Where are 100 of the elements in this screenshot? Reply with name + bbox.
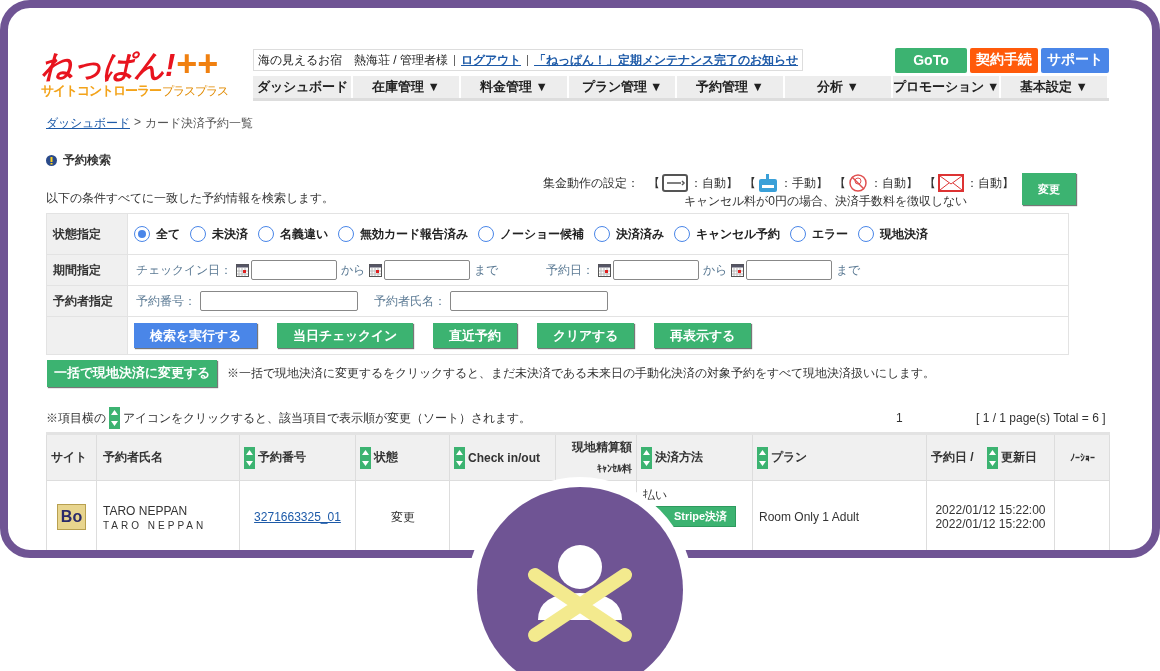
nav-menu-item[interactable]: 分析 ▼ <box>785 76 893 98</box>
radio-label: 無効カード報告済み <box>360 225 468 243</box>
field-label: 予約番号： <box>136 292 196 310</box>
guest-name: TARO NEPPAN <box>103 503 189 518</box>
date-text: 2022/01/12 15:22:00 <box>934 517 1047 531</box>
nav-menu-item[interactable]: プロモーション ▼ <box>893 76 1001 98</box>
nav-menu-item[interactable]: 予約管理 ▼ <box>677 76 785 98</box>
date-text: 2022/01/12 15:22:00 <box>934 503 1047 517</box>
no-entry-icon <box>848 173 868 193</box>
sort-icon[interactable] <box>109 407 120 429</box>
sort-icon[interactable] <box>454 446 465 469</box>
radio-button[interactable] <box>258 226 274 242</box>
setting-value: ：自動】 <box>870 174 918 192</box>
sort-icon[interactable] <box>986 446 998 469</box>
date-field[interactable] <box>384 260 470 280</box>
row-label: 予約者指定 <box>47 286 128 316</box>
radio-button[interactable] <box>594 226 610 242</box>
field-label: 予約日： <box>546 261 594 279</box>
sort-icon[interactable] <box>641 446 652 469</box>
sort-icon[interactable] <box>360 446 371 469</box>
calendar-icon[interactable] <box>731 263 744 277</box>
header-link[interactable]: 「ねっぱん！」定期メンテナンス完了のお知らせ <box>534 51 798 69</box>
page-number[interactable]: 1 <box>896 411 976 425</box>
column-header: Check in/out <box>468 450 540 465</box>
date-field[interactable] <box>251 260 337 280</box>
sort-icon[interactable] <box>757 446 768 469</box>
radio-label: 全て <box>156 225 180 243</box>
info-icon <box>46 155 57 166</box>
radio-label: 決済済み <box>616 225 664 243</box>
logo-caption: プラスプラス <box>162 83 228 100</box>
column-header: ﾉｰｼｮｰ <box>1069 452 1095 463</box>
breadcrumb-current: カード決済予約一覧 <box>145 115 253 132</box>
column-header: 更新日 <box>1000 449 1037 466</box>
nav-menu-item[interactable]: 在庫管理 ▼ <box>353 76 461 98</box>
field-label: から <box>341 261 365 279</box>
logo-text: ねっぱん! <box>41 50 175 82</box>
field-label: チェックイン日： <box>136 261 232 279</box>
column-header: 決済方法 <box>655 449 703 466</box>
setting-value: ：自動】 <box>690 174 738 192</box>
header-button[interactable]: サポート <box>1041 47 1109 73</box>
column-header: 状態 <box>374 449 398 466</box>
breadcrumb-separator: > <box>134 115 141 131</box>
radio-button[interactable] <box>790 226 806 242</box>
nav-menu-item[interactable]: プラン管理 ▼ <box>569 76 677 98</box>
column-header: サイト <box>51 449 87 466</box>
setting-label: 集金動作の設定： <box>543 174 639 192</box>
search-button[interactable]: 検索を実行する <box>134 323 257 348</box>
column-header: ｷｬﾝｾﾙ料 <box>597 462 632 476</box>
radio-label: エラー <box>812 225 848 243</box>
radio-button[interactable] <box>674 226 690 242</box>
nav-menu-item[interactable]: ダッシュボード <box>253 76 353 98</box>
radio-button[interactable] <box>190 226 206 242</box>
column-header: 現地精算額 <box>572 439 632 456</box>
field-label: 予約者氏名： <box>374 292 446 310</box>
field-label: まで <box>836 261 860 279</box>
date-field[interactable] <box>746 260 832 280</box>
setting-value: ：手動】 <box>780 174 828 192</box>
notice-text: ※一括で現地決済に変更するをクリックすると、まだ未決済である未来日の手動化決済の対象予約をすべて現地決済扱いにします。 <box>227 365 935 382</box>
radio-label: 未決済 <box>212 225 248 243</box>
nav-menu-item[interactable]: 基本設定 ▼ <box>1001 76 1109 98</box>
radio-label: ノーショー候補 <box>500 225 584 243</box>
nav-menu-item[interactable]: 料金管理 ▼ <box>461 76 569 98</box>
hotel-name: 海の見えるお宿 熱海荘 / 管理者様 <box>258 51 448 69</box>
column-header: 予約日 / <box>931 449 974 466</box>
guest-name-kana: TARO NEPPAN <box>103 519 208 531</box>
card-icon <box>662 174 688 192</box>
input-field[interactable] <box>200 291 358 311</box>
terminal-icon <box>758 173 778 193</box>
radio-button[interactable] <box>478 226 494 242</box>
date-field[interactable] <box>613 260 699 280</box>
reservation-link[interactable]: 3271663325_01 <box>254 510 341 524</box>
breadcrumb-link[interactable]: ダッシュボード <box>46 115 130 132</box>
site-logo: Bo <box>56 504 87 530</box>
calendar-icon[interactable] <box>598 263 611 277</box>
hint-text: アイコンをクリックすると、該当項目で表示順が変更（ソート）されます。 <box>123 409 531 427</box>
hint-text: ※項目横の <box>46 409 106 427</box>
row-label: 期間指定 <box>47 255 128 285</box>
section-title: 予約検索 <box>63 152 111 169</box>
column-header: 予約番号 <box>258 449 306 466</box>
input-field[interactable] <box>450 291 608 311</box>
radio-button[interactable] <box>858 226 874 242</box>
sort-icon[interactable] <box>244 446 255 469</box>
column-header: 予約者氏名 <box>103 449 163 466</box>
header-link[interactable]: ログアウト <box>461 51 521 69</box>
logo-subtitle: サイトコントローラー <box>41 82 161 99</box>
calendar-icon[interactable] <box>369 263 382 277</box>
radio-label: キャンセル予約 <box>696 225 780 243</box>
setting-note: キャンセル料が0円の場合、決済手数料を徴収しない <box>684 193 967 210</box>
radio-button[interactable] <box>134 226 150 242</box>
bracket: 【 <box>648 174 660 192</box>
bracket: 【 <box>924 174 936 192</box>
calendar-icon[interactable] <box>236 263 249 277</box>
envelope-icon <box>938 174 964 192</box>
radio-label: 名義違い <box>280 225 328 243</box>
column-header: プラン <box>771 449 807 466</box>
bracket: 【 <box>834 174 846 192</box>
radio-button[interactable] <box>338 226 354 242</box>
radio-label: 現地決済 <box>880 225 928 243</box>
row-label: 状態指定 <box>47 214 128 254</box>
field-label: から <box>703 261 727 279</box>
